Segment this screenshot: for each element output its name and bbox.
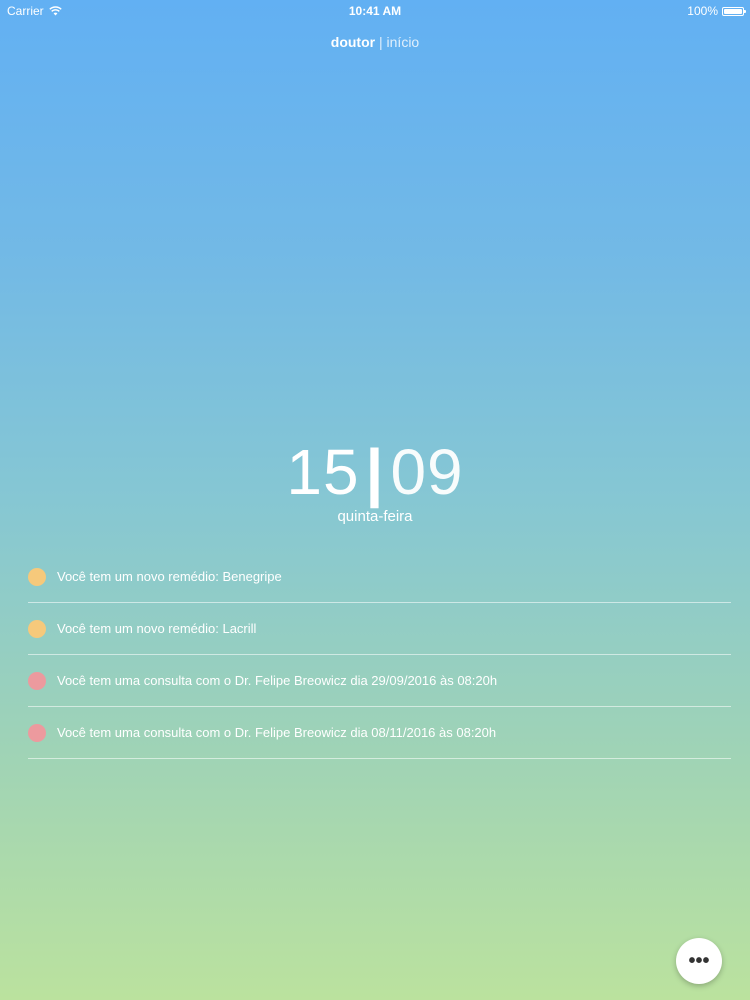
- status-time: 10:41 AM: [348, 4, 402, 18]
- nav-separator: |: [379, 34, 383, 50]
- status-bar: Carrier 10:41 AM 100%: [0, 0, 750, 22]
- page-name: início: [386, 34, 420, 50]
- notification-list: Você tem um novo remédio: Benegripe Você…: [28, 551, 731, 759]
- app-name: doutor: [330, 34, 376, 50]
- notification-dot-icon: [28, 619, 46, 638]
- more-options-button[interactable]: •••: [676, 938, 722, 984]
- notification-item[interactable]: Você tem um novo remédio: Benegripe: [28, 551, 731, 603]
- date-separator: |: [365, 436, 385, 508]
- status-right: 100%: [687, 4, 746, 18]
- battery-percent: 100%: [687, 4, 718, 18]
- notification-item[interactable]: Você tem uma consulta com o Dr. Felipe B…: [28, 707, 731, 759]
- date-day: 15: [286, 436, 360, 508]
- notification-item[interactable]: Você tem uma consulta com o Dr. Felipe B…: [28, 655, 731, 707]
- notification-text: Você tem um novo remédio: Lacrill: [57, 621, 257, 636]
- notification-text: Você tem uma consulta com o Dr. Felipe B…: [57, 673, 498, 688]
- notification-dot-icon: [28, 567, 46, 586]
- date-weekday: quinta-feira: [337, 508, 413, 525]
- notification-dot-icon: [28, 671, 46, 690]
- notification-text: Você tem um novo remédio: Benegripe: [57, 569, 282, 584]
- more-icon: •••: [688, 950, 710, 972]
- date-main: 15|09: [0, 436, 750, 508]
- notification-item[interactable]: Você tem um novo remédio: Lacrill: [28, 603, 731, 655]
- nav-title: doutor | início: [0, 34, 750, 50]
- battery-icon: [722, 6, 746, 16]
- notification-dot-icon: [28, 723, 46, 742]
- date-month: 09: [390, 436, 464, 508]
- date-display: 15|09 quinta-feira: [0, 436, 750, 525]
- notification-text: Você tem uma consulta com o Dr. Felipe B…: [57, 725, 497, 740]
